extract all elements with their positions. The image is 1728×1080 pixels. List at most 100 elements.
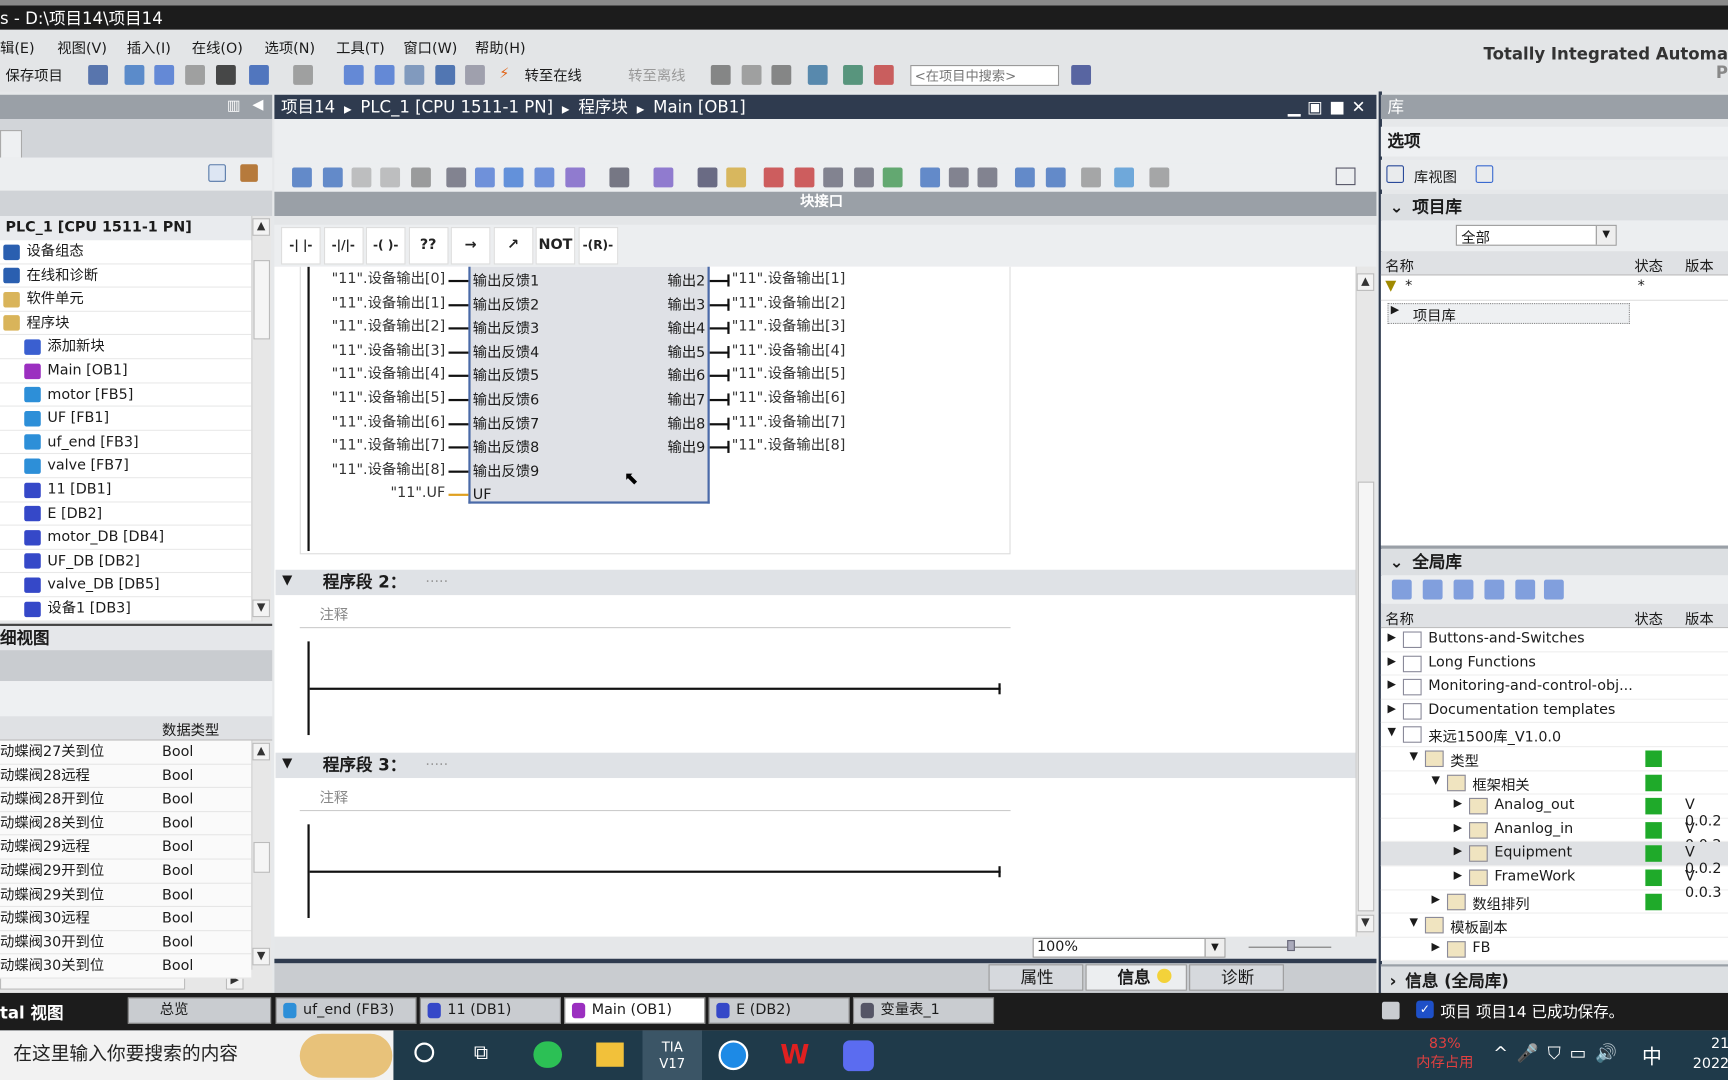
scroll-up-icon[interactable]: ▲ [1356, 273, 1375, 291]
details-row[interactable]: 动蝶阀27关到位 Bool [0, 740, 252, 765]
taskbar-search[interactable]: 在这里输入你要搜索的内容 [0, 1030, 394, 1080]
toolbar-icon[interactable] [807, 65, 828, 85]
library-toolbar-icon[interactable] [1453, 579, 1474, 600]
global-library-section[interactable]: ⌄ 全局库 [1380, 548, 1728, 576]
library-view-button[interactable]: 库视图 [1380, 159, 1728, 190]
library-item[interactable]: ▶ FrameWork V 0.0.3 [1380, 866, 1728, 901]
details-row[interactable]: 动蝶阀29远程 Bool [0, 835, 252, 860]
library-toolbar-icon[interactable] [1391, 579, 1412, 600]
editor-tab[interactable]: 变量表_1 [852, 997, 995, 1024]
tree-item[interactable]: 添加新块 [0, 335, 252, 360]
zoom-slider-thumb[interactable] [1286, 940, 1295, 952]
ime-indicator[interactable]: 中 [1642, 1041, 1662, 1070]
editor-toolbar-icon[interactable] [726, 167, 747, 188]
output-operand[interactable]: "11".设备输出[3] [732, 316, 846, 338]
tab-diagnostics[interactable]: 诊断 [1189, 964, 1284, 991]
input-operand[interactable]: "11".设备输出[0] [276, 269, 446, 291]
chevron-down-icon[interactable]: ▼ [1204, 938, 1225, 957]
menu-item[interactable]: 窗口(W) [403, 36, 457, 58]
export-icon[interactable] [240, 164, 258, 182]
collapsed-icon[interactable]: ▶ [1432, 941, 1440, 953]
tab-info[interactable]: 信息 [1085, 964, 1187, 991]
instruction-2[interactable]: -( )- [365, 227, 406, 265]
tree-item[interactable]: UF_DB [DB2] [0, 549, 252, 574]
editor-toolbar-icon[interactable] [351, 167, 372, 188]
details-row[interactable]: 动蝶阀30远程 Bool [0, 907, 252, 931]
breadcrumb-item[interactable]: 项目14 [281, 97, 335, 117]
instruction-1[interactable]: -|/|- [323, 227, 364, 265]
output-operand[interactable]: "11".设备输出[8] [732, 436, 846, 458]
tree-item[interactable]: 软件单元 [0, 287, 252, 312]
library-item[interactable]: ▶ Buttons-and-Switches [1380, 628, 1728, 652]
editor-tab[interactable]: Main (OB1) [564, 997, 706, 1024]
toolbar-icon[interactable] [374, 65, 395, 85]
library-item[interactable]: ▼ 模板副本 [1380, 914, 1728, 938]
editor-toolbar-icon[interactable] [446, 167, 467, 188]
tree-item[interactable]: 11 [DB1] [0, 478, 252, 503]
editor-toolbar-icon[interactable] [1045, 167, 1066, 188]
editor-tab[interactable]: uf_end (FB3) [275, 997, 417, 1024]
menu-item[interactable]: 视图(V) [57, 36, 107, 58]
input-operand[interactable]: "11".设备输出[1] [276, 293, 446, 315]
expanded-icon[interactable]: ▼ [1432, 774, 1440, 786]
go-offline-button[interactable]: 转至离线 [628, 64, 685, 85]
scroll-thumb[interactable] [253, 260, 270, 340]
tree-item[interactable]: 设备组态 [0, 240, 252, 265]
collapsed-icon[interactable]: ▶ [1432, 893, 1440, 905]
editor-tab[interactable]: E (DB2) [708, 997, 850, 1024]
collapsed-icon[interactable]: ▶ [1387, 703, 1395, 715]
toolbar-icon[interactable] [293, 65, 313, 85]
tree-item[interactable]: 在线和诊断 [0, 264, 252, 288]
breadcrumb-item[interactable]: Main [OB1] [653, 97, 745, 117]
menu-item[interactable]: 辑(E) [0, 36, 35, 58]
toolbar-icon[interactable] [249, 65, 269, 85]
scroll-down-icon[interactable]: ▼ [1356, 914, 1375, 933]
input-operand[interactable]: "11".设备输出[5] [276, 388, 446, 410]
collapse-icon[interactable]: ▼ [282, 755, 292, 770]
cortana-icon[interactable] [414, 1042, 435, 1063]
library-filter-row[interactable]: ▼ * * [1380, 275, 1728, 301]
toolbar-icon[interactable] [465, 65, 485, 85]
menu-item[interactable]: 在线(O) [192, 36, 243, 58]
library-item[interactable]: ▶ 数组排列 [1380, 890, 1728, 914]
collapsed-icon[interactable]: ▶ [1387, 679, 1395, 691]
scroll-down-icon[interactable]: ▼ [252, 599, 270, 618]
video-app-icon[interactable] [843, 1040, 874, 1072]
details-row[interactable]: 动蝶阀29开到位 Bool [0, 859, 252, 884]
scroll-up-icon[interactable]: ▲ [252, 218, 270, 236]
tab-properties[interactable]: 属性 [988, 964, 1084, 991]
scroll-thumb[interactable] [253, 841, 270, 873]
library-item[interactable]: ▶ Equipment V 0.0.2 [1380, 842, 1728, 878]
editor-toolbar-icon[interactable] [854, 167, 874, 188]
editor-toolbar-icon[interactable] [380, 167, 401, 188]
project-library-item[interactable]: ▶ 项目库 [1387, 303, 1630, 325]
wechat-icon[interactable] [533, 1041, 563, 1068]
instruction-6[interactable]: NOT [535, 227, 576, 265]
toolbar-icon[interactable] [873, 65, 894, 85]
details-row[interactable]: 动蝶阀28开到位 Bool [0, 788, 252, 812]
library-item[interactable]: ▼ 来远1500库_V1.0.0 [1380, 723, 1728, 748]
tree-item[interactable]: E [DB2] [0, 502, 252, 526]
menu-item[interactable]: 帮助(H) [475, 36, 526, 58]
block-interface-bar[interactable]: 块接口 [274, 191, 1377, 216]
editor-tab[interactable]: 11 (DB1) [419, 997, 561, 1024]
toolbar-icon[interactable] [435, 65, 456, 85]
library-toolbar-icon[interactable] [1515, 579, 1536, 600]
editor-toolbar-icon[interactable] [977, 167, 998, 188]
library-item[interactable]: ▼ 框架相关 [1380, 771, 1728, 795]
menu-item[interactable]: 插入(I) [127, 36, 171, 58]
tia-portal-taskbar-icon[interactable]: TIA V17 [642, 1030, 702, 1080]
save-project-button[interactable]: 保存项目 [6, 64, 63, 85]
editor-toolbar-icon[interactable] [794, 167, 815, 188]
editor-toolbar-icon[interactable] [948, 167, 969, 188]
instruction-3[interactable]: ?? [408, 227, 448, 265]
editor-toolbar-icon[interactable] [1081, 167, 1101, 188]
editor-toolbar-icon[interactable] [1114, 167, 1134, 188]
details-row[interactable]: 动蝶阀28远程 Bool [0, 764, 252, 789]
toolbar-icon[interactable] [771, 65, 792, 85]
tree-item[interactable]: valve_DB [DB5] [0, 573, 252, 598]
tray-icons[interactable]: ^🎤⛉▭🔊 [1493, 1043, 1626, 1065]
network-title-dots[interactable]: ..... [425, 753, 448, 770]
portal-view-button[interactable]: tal 视图 [0, 1001, 64, 1024]
wps-icon[interactable]: W [780, 1039, 809, 1070]
